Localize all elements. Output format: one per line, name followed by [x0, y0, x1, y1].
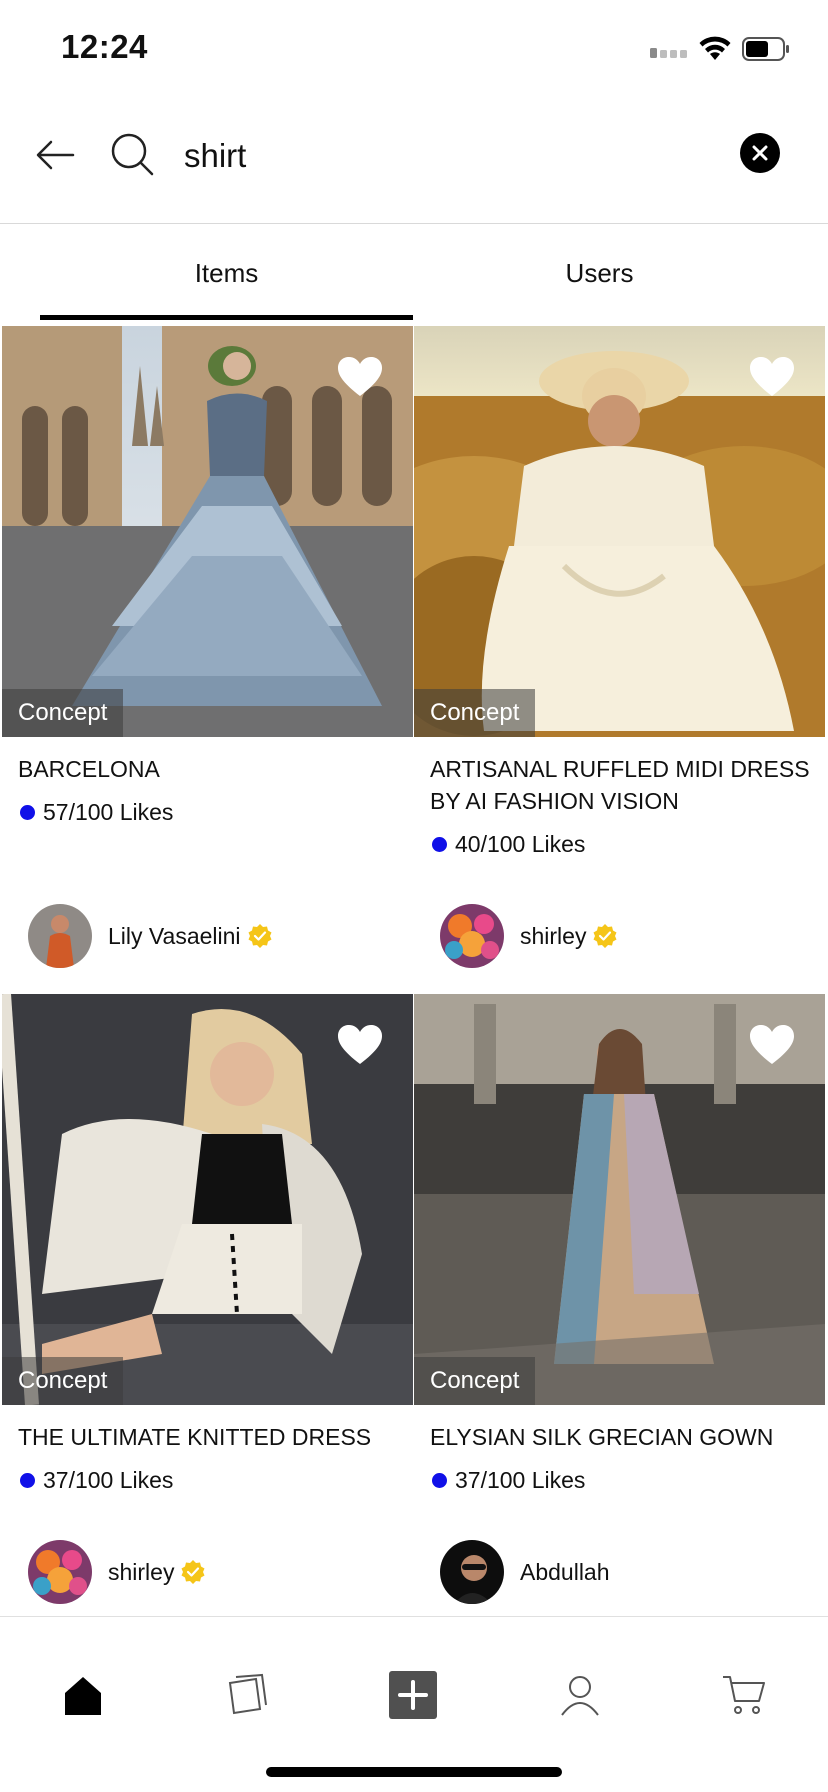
product-card[interactable]: Concept ELYSIAN SILK GRECIAN GOWN 37/100…: [414, 994, 826, 1604]
product-card[interactable]: Concept THE ULTIMATE KNITTED DRESS 37/10…: [2, 994, 414, 1604]
product-card[interactable]: Concept BARCELONA 57/100 Likes Lily Vasa…: [2, 326, 414, 968]
nav-profile-button[interactable]: [550, 1665, 610, 1725]
cellular-signal-icon: [650, 42, 690, 58]
avatar[interactable]: [440, 1540, 504, 1604]
tab-items[interactable]: Items: [40, 225, 413, 321]
close-icon: [752, 145, 768, 161]
author-name[interactable]: shirley: [520, 923, 586, 950]
product-image[interactable]: Concept: [2, 994, 413, 1405]
product-title[interactable]: THE ULTIMATE KNITTED DRESS: [2, 1405, 414, 1453]
likes-count: 37/100 Likes: [414, 1463, 826, 1497]
status-bar: 12:24: [0, 0, 828, 100]
heart-icon[interactable]: [749, 356, 795, 398]
verified-badge-icon: [248, 924, 272, 948]
product-title[interactable]: BARCELONA: [2, 737, 414, 785]
product-image[interactable]: Concept: [414, 326, 825, 737]
likes-label: 37/100 Likes: [43, 1466, 174, 1493]
home-indicator: [266, 1767, 562, 1777]
product-title[interactable]: ARTISANAL RUFFLED MIDI DRESS BY AI FASHI…: [414, 737, 826, 817]
clear-search-button[interactable]: [740, 133, 780, 173]
likes-count: 40/100 Likes: [414, 827, 826, 861]
likes-count: 37/100 Likes: [2, 1463, 414, 1497]
nav-home-button[interactable]: [53, 1665, 113, 1725]
wifi-icon: [699, 36, 731, 60]
concept-tag: Concept: [414, 689, 536, 737]
back-button[interactable]: [30, 130, 80, 180]
product-image[interactable]: Concept: [2, 326, 413, 737]
author-name[interactable]: Abdullah: [520, 1559, 610, 1586]
heart-icon[interactable]: [337, 1024, 383, 1066]
author-row[interactable]: shirley: [440, 904, 618, 968]
home-icon: [65, 1677, 101, 1715]
likes-dot-icon: [20, 804, 35, 820]
author-name[interactable]: Lily Vasaelini: [108, 923, 241, 950]
status-time: 12:24: [61, 28, 148, 65]
cart-icon: [723, 1676, 765, 1714]
likes-label: 57/100 Likes: [43, 798, 174, 825]
search-input[interactable]: [184, 126, 724, 186]
nav-collections-button[interactable]: [218, 1665, 278, 1725]
author-row[interactable]: Abdullah: [440, 1540, 610, 1604]
screen: 12:24 shirt Items Users Concept BARCELON…: [0, 0, 828, 1792]
author-row[interactable]: shirley: [28, 1540, 206, 1604]
likes-dot-icon: [432, 836, 447, 852]
arrow-left-icon: [36, 140, 75, 170]
nav-cart-button[interactable]: [714, 1665, 774, 1725]
search-icon: [111, 133, 154, 176]
bottom-nav: [0, 1616, 828, 1792]
likes-label: 40/100 Likes: [455, 830, 586, 857]
product-card[interactable]: Concept ARTISANAL RUFFLED MIDI DRESS BY …: [414, 326, 826, 968]
collections-icon: [228, 1673, 267, 1715]
result-tabs: Items Users: [0, 225, 828, 321]
heart-icon[interactable]: [337, 356, 383, 398]
avatar[interactable]: [440, 904, 504, 968]
battery-icon: [742, 37, 789, 61]
add-icon: [389, 1671, 437, 1719]
verified-badge-icon: [593, 924, 617, 948]
active-tab-indicator: [40, 315, 413, 320]
likes-dot-icon: [20, 1472, 35, 1488]
likes-label: 37/100 Likes: [455, 1466, 586, 1493]
avatar[interactable]: [28, 1540, 92, 1604]
heart-icon[interactable]: [749, 1024, 795, 1066]
author-name[interactable]: shirley: [108, 1559, 174, 1586]
likes-dot-icon: [432, 1472, 447, 1488]
product-title[interactable]: ELYSIAN SILK GRECIAN GOWN: [414, 1405, 826, 1453]
product-image[interactable]: Concept: [414, 994, 825, 1405]
search-header: [0, 100, 828, 224]
avatar[interactable]: [28, 904, 92, 968]
nav-add-button[interactable]: [383, 1665, 443, 1725]
profile-icon: [561, 1676, 599, 1716]
author-row[interactable]: Lily Vasaelini: [28, 904, 273, 968]
tab-users[interactable]: Users: [413, 225, 786, 321]
concept-tag: Concept: [414, 1357, 536, 1405]
concept-tag: Concept: [2, 689, 124, 737]
concept-tag: Concept: [2, 1357, 124, 1405]
likes-count: 57/100 Likes: [2, 795, 414, 829]
product-grid: Concept BARCELONA 57/100 Likes Lily Vasa…: [0, 326, 828, 1616]
verified-badge-icon: [181, 1560, 205, 1584]
